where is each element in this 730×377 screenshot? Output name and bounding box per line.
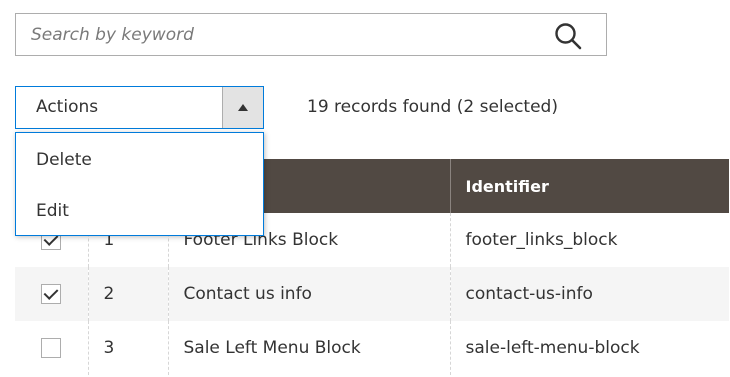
records-summary: 19 records found (2 selected) — [307, 97, 558, 117]
table-row[interactable]: 3 Sale Left Menu Block sale-left-menu-bl… — [15, 321, 729, 375]
actions-dropdown[interactable]: Actions — [15, 86, 264, 129]
actions-menu: Delete Edit — [15, 132, 264, 236]
row-checkbox[interactable] — [41, 284, 61, 304]
row-identifier: sale-left-menu-block — [449, 321, 729, 375]
triangle-up-icon — [238, 104, 248, 111]
search-icon[interactable] — [554, 22, 582, 50]
column-header-identifier[interactable]: Identifier — [449, 159, 729, 213]
row-select-cell — [15, 321, 88, 375]
actions-label: Actions — [36, 97, 99, 117]
row-title: Contact us info — [167, 267, 450, 321]
menu-item-edit[interactable]: Edit — [36, 201, 69, 221]
table-row[interactable]: 2 Contact us info contact-us-info — [15, 267, 729, 321]
search-input[interactable] — [16, 14, 536, 55]
actions-toggle-button[interactable] — [222, 87, 263, 128]
search-box — [15, 13, 607, 56]
row-title: Sale Left Menu Block — [167, 321, 450, 375]
row-id: 3 — [87, 321, 168, 375]
page: Actions 19 records found (2 selected) Id… — [0, 0, 730, 377]
row-select-cell — [15, 267, 88, 321]
row-identifier: footer_links_block — [449, 213, 729, 267]
menu-item-delete[interactable]: Delete — [36, 150, 92, 170]
row-id: 2 — [87, 267, 168, 321]
row-identifier: contact-us-info — [449, 267, 729, 321]
row-checkbox[interactable] — [41, 338, 61, 358]
